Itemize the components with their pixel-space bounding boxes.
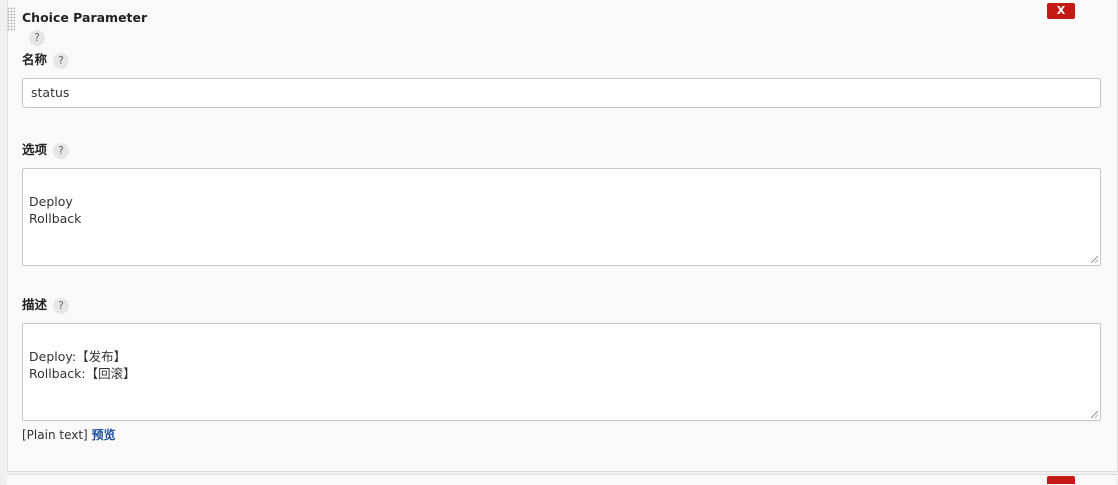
- next-parameter-panel: [7, 474, 1116, 485]
- title-help-icon[interactable]: ?: [29, 30, 45, 46]
- description-label: 描述: [22, 297, 48, 312]
- delete-parameter-button[interactable]: X: [1047, 3, 1075, 19]
- description-textarea[interactable]: Deploy:【发布】 Rollback:【回滚】: [22, 323, 1101, 421]
- preview-link[interactable]: 预览: [92, 428, 116, 442]
- plain-text-label: [Plain text]: [22, 428, 88, 442]
- choices-label-row: 选项?: [22, 139, 70, 159]
- resize-grip-icon[interactable]: [1091, 411, 1098, 418]
- description-label-row: 描述?: [22, 294, 70, 314]
- description-footer: [Plain text] 预览: [22, 426, 116, 443]
- name-input[interactable]: status: [22, 78, 1101, 108]
- name-help-icon[interactable]: ?: [53, 52, 70, 69]
- name-label: 名称: [22, 52, 48, 67]
- next-delete-button[interactable]: [1047, 476, 1075, 484]
- drag-handle-icon[interactable]: [7, 7, 15, 31]
- choices-label: 选项: [22, 142, 48, 157]
- choices-text: Deploy Rollback: [29, 194, 82, 226]
- description-text: Deploy:【发布】 Rollback:【回滚】: [29, 349, 136, 381]
- choices-help-icon[interactable]: ?: [53, 142, 70, 159]
- description-help-icon[interactable]: ?: [53, 297, 70, 314]
- resize-grip-icon[interactable]: [1091, 256, 1098, 263]
- choices-textarea[interactable]: Deploy Rollback: [22, 168, 1101, 266]
- name-label-row: 名称?: [22, 49, 70, 69]
- panel-title: Choice Parameter: [22, 10, 148, 25]
